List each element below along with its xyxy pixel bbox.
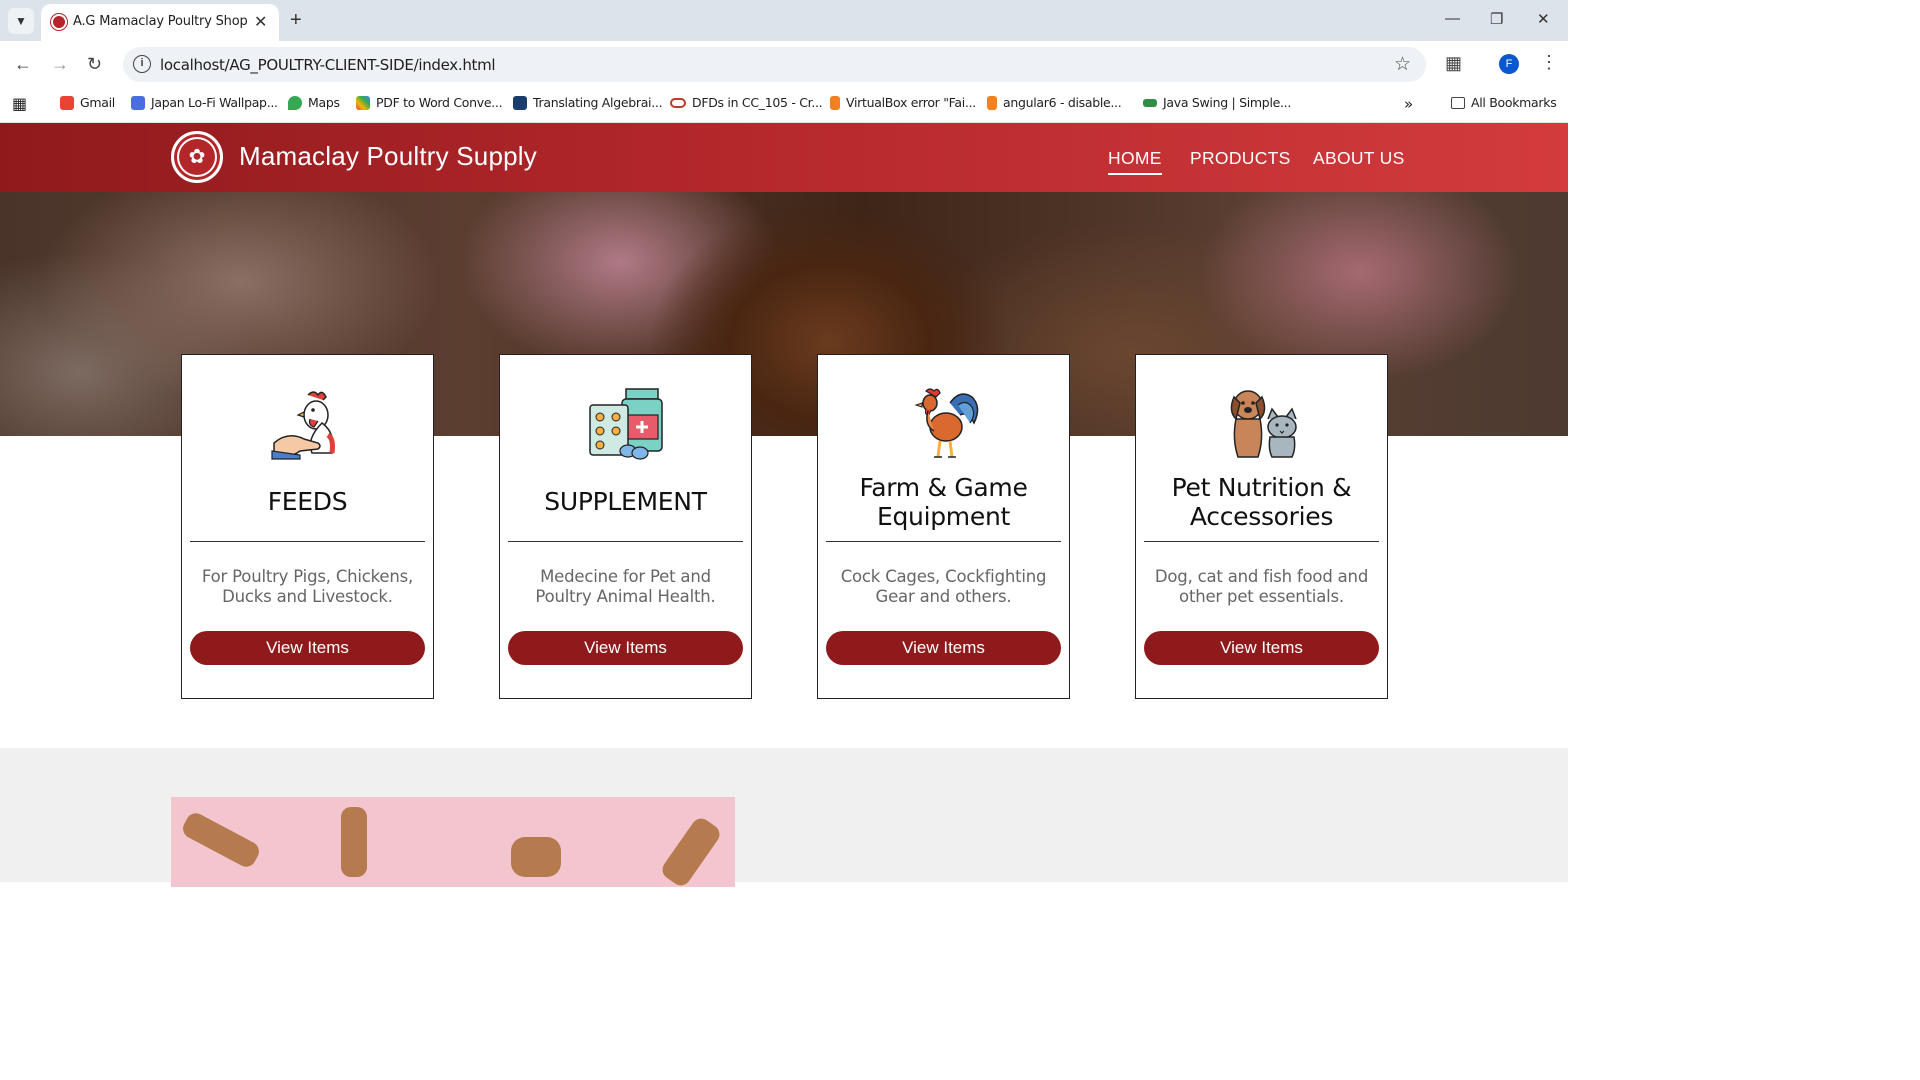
all-bookmarks-label: All Bookmarks — [1471, 95, 1557, 110]
bookmark-label: angular6 - disable... — [1003, 95, 1122, 110]
category-card-feeds: FEEDS For Poultry Pigs, Chickens, Ducks … — [181, 354, 434, 699]
card-description: Medecine for Pet and Poultry Animal Heal… — [535, 567, 716, 606]
bone-biscuit-icon — [658, 814, 724, 887]
card-divider — [1144, 541, 1379, 542]
forward-icon[interactable]: → — [51, 54, 69, 75]
more-bookmarks-icon[interactable]: » — [1404, 95, 1413, 113]
category-card-farm-game-equipment: Farm & Game Equipment Cock Cages, Cockfi… — [817, 354, 1070, 699]
site-header: ✿ Mamaclay Poultry Supply HOME PRODUCTS … — [0, 123, 1568, 192]
bookmark-virtualbox[interactable]: VirtualBox error "Fai... — [830, 95, 976, 110]
card-divider — [826, 541, 1061, 542]
url-text[interactable]: localhost/AG_POULTRY-CLIENT-SIDE/index.h… — [160, 56, 496, 74]
bookmark-label: Japan Lo-Fi Wallpap... — [151, 95, 278, 110]
card-divider — [190, 541, 425, 542]
pdf-icon — [356, 95, 370, 110]
rooster-icon — [914, 388, 979, 458]
view-items-button[interactable]: View Items — [826, 631, 1061, 665]
bookmark-label: Gmail — [80, 95, 115, 110]
bookmark-dfds[interactable]: DFDs in CC_105 - Cr... — [670, 95, 823, 110]
card-title: SUPPLEMENT — [544, 487, 707, 516]
card-description: For Poultry Pigs, Chickens, Ducks and Li… — [201, 567, 414, 606]
dog-and-cat-icon — [1230, 390, 1297, 458]
extensions-icon[interactable]: ▦ — [1445, 53, 1462, 74]
link-icon — [670, 97, 686, 108]
view-items-button[interactable]: View Items — [1144, 631, 1379, 665]
bookmark-java-swing[interactable]: Java Swing | Simple... — [1143, 95, 1291, 110]
brand-name[interactable]: Mamaclay Poultry Supply — [239, 141, 537, 172]
bookmark-label: Translating Algebrai... — [533, 95, 663, 110]
chicken-in-hand-icon — [271, 391, 335, 460]
bookmark-label: DFDs in CC_105 - Cr... — [692, 95, 823, 110]
browser-toolbar: ← → ↻ i localhost/AG_POULTRY-CLIENT-SIDE… — [0, 41, 1568, 87]
bookmark-japan-lofi[interactable]: Japan Lo-Fi Wallpap... — [131, 95, 278, 110]
bone-biscuit-icon — [341, 807, 367, 877]
bookmark-gmail[interactable]: Gmail — [60, 95, 115, 110]
category-card-pet-nutrition: Pet Nutrition & Accessories Dog, cat and… — [1135, 354, 1388, 699]
bookmark-translating-algebra[interactable]: Translating Algebrai... — [513, 95, 663, 110]
card-title: Pet Nutrition & Accessories — [1171, 473, 1352, 531]
bookmark-angular6[interactable]: angular6 - disable... — [987, 95, 1122, 110]
site-info-icon[interactable]: i — [133, 55, 151, 73]
new-tab-icon[interactable]: + — [290, 9, 302, 32]
bookmark-label: PDF to Word Conve... — [376, 95, 503, 110]
bookmark-label: Java Swing | Simple... — [1163, 95, 1292, 110]
back-icon[interactable]: ← — [14, 54, 32, 75]
rooster-logo-icon: ✿ — [179, 139, 215, 175]
category-card-supplement: SUPPLEMENT Medecine for Pet and Poultry … — [499, 354, 752, 699]
bookmarks-bar: ▦ Gmail Japan Lo-Fi Wallpap... Maps PDF … — [0, 87, 1568, 123]
tab-search-chevron-icon[interactable]: ▼ — [8, 8, 34, 34]
bookmark-maps[interactable]: Maps — [288, 95, 340, 110]
stackoverflow-icon — [987, 95, 997, 110]
window-close-icon[interactable]: ✕ — [1537, 10, 1550, 28]
bone-biscuit-icon — [179, 809, 263, 871]
nav-home[interactable]: HOME — [1108, 148, 1162, 175]
tab-title: A.G Mamaclay Poultry Shop — [73, 14, 248, 29]
bookmark-label: VirtualBox error "Fai... — [846, 95, 976, 110]
bone-biscuit-icon — [511, 837, 561, 877]
featured-section — [0, 748, 1568, 887]
bookmark-pdf-to-word[interactable]: PDF to Word Conve... — [356, 95, 503, 110]
card-divider — [508, 541, 743, 542]
folder-icon — [1451, 96, 1465, 109]
restore-icon[interactable]: ❐ — [1490, 10, 1503, 28]
translate-icon — [513, 95, 527, 110]
browser-tab-strip: ▼ A.G Mamaclay Poultry Shop ✕ + — ❐ ✕ — [0, 0, 1568, 41]
profile-avatar[interactable]: F — [1499, 54, 1519, 74]
tab-close-icon[interactable]: ✕ — [254, 12, 267, 32]
geeks-icon — [1143, 98, 1157, 107]
apps-grid-icon[interactable]: ▦ — [12, 94, 27, 113]
nav-products[interactable]: PRODUCTS — [1190, 148, 1291, 169]
card-title: Farm & Game Equipment — [859, 473, 1028, 531]
maps-icon — [288, 95, 302, 110]
bookmark-label: Maps — [308, 95, 340, 110]
view-items-button[interactable]: View Items — [508, 631, 743, 665]
reload-icon[interactable]: ↻ — [87, 54, 102, 75]
logo[interactable]: ✿ — [171, 131, 223, 183]
medicine-icon — [589, 388, 663, 460]
view-items-button[interactable]: View Items — [190, 631, 425, 665]
browser-menu-icon[interactable]: ⋮ — [1540, 52, 1558, 73]
minimize-icon[interactable]: — — [1445, 10, 1460, 27]
gmail-icon — [60, 95, 74, 110]
card-description: Dog, cat and fish food and other pet ess… — [1154, 567, 1369, 606]
bookmark-star-icon[interactable]: ☆ — [1394, 53, 1411, 76]
tab-favicon-icon — [51, 14, 67, 30]
card-description: Cock Cages, Cockfighting Gear and others… — [840, 567, 1047, 606]
wallpaper-icon — [131, 95, 145, 110]
all-bookmarks[interactable]: All Bookmarks — [1451, 95, 1557, 110]
nav-about-us[interactable]: ABOUT US — [1313, 148, 1405, 169]
address-bar[interactable]: i localhost/AG_POULTRY-CLIENT-SIDE/index… — [123, 47, 1426, 82]
stackoverflow-icon — [830, 95, 840, 110]
card-title: FEEDS — [267, 487, 348, 516]
dog-biscuits-photo — [171, 797, 735, 887]
browser-tab[interactable]: A.G Mamaclay Poultry Shop ✕ — [41, 4, 279, 41]
